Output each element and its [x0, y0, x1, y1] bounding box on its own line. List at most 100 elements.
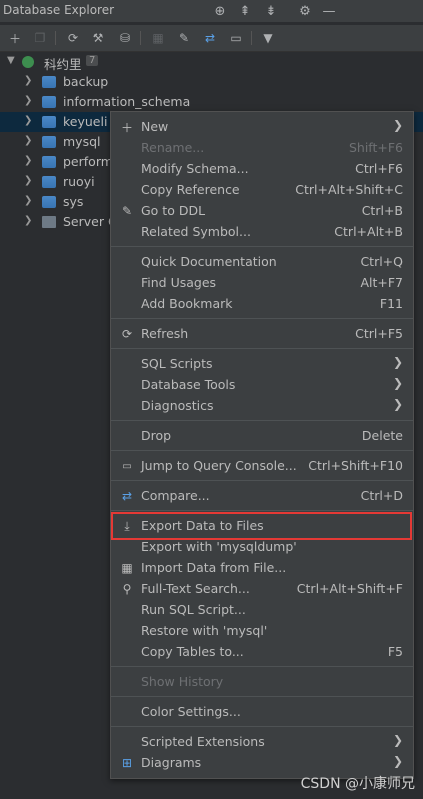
table-icon[interactable]: ▦	[149, 29, 167, 47]
menu-separator	[111, 246, 413, 247]
copy-icon[interactable]: ❐	[31, 29, 49, 47]
schema-count-badge: 7	[86, 55, 99, 66]
tree-item-label: backup	[63, 74, 109, 89]
tree-item-label: information_schema	[63, 94, 191, 109]
datasource-icon	[22, 56, 34, 68]
menu-item-diagrams[interactable]: ⊞ Diagrams ❯	[111, 752, 413, 773]
menu-separator	[111, 726, 413, 727]
title-bar: Database Explorer ⊕ ⇞ ⇟ ⚙ —	[0, 0, 423, 22]
table-icon: ▦	[121, 561, 133, 575]
chevron-right-icon[interactable]: ❯	[24, 195, 32, 206]
chevron-right-icon[interactable]: ❯	[24, 155, 32, 166]
collapse-all-icon[interactable]: ⇞	[236, 2, 254, 20]
tree-root-label: 科约里	[44, 57, 82, 72]
menu-separator	[111, 450, 413, 451]
menu-item-compare[interactable]: ⇄ Compare... Ctrl+D	[111, 485, 413, 506]
menu-item-copy-reference[interactable]: Copy Reference Ctrl+Alt+Shift+C	[111, 179, 413, 200]
chevron-right-icon[interactable]: ❯	[24, 175, 32, 186]
menu-item-add-bookmark[interactable]: Add Bookmark F11	[111, 293, 413, 314]
diagram-icon: ⊞	[121, 756, 133, 770]
menu-item-database-tools[interactable]: Database Tools ❯	[111, 374, 413, 395]
menu-item-run-sql-script[interactable]: Run SQL Script...	[111, 599, 413, 620]
pencil-icon: ✎	[121, 204, 133, 218]
toolbar: ＋ ❐ ⟳ ⚒ ⛁ ▦ ✎ ⇄ ▭ ▼	[0, 25, 423, 52]
tree-item-label: Server C	[63, 214, 117, 229]
properties-icon[interactable]: ⚒	[89, 29, 107, 47]
tree-item-label: ruoyi	[63, 174, 95, 189]
tree-item[interactable]: ❯ backup	[0, 72, 423, 92]
tree-item-label: sys	[63, 194, 84, 209]
chevron-right-icon: ❯	[392, 397, 403, 411]
schema-icon	[42, 156, 56, 168]
menu-item-quick-documentation[interactable]: Quick Documentation Ctrl+Q	[111, 251, 413, 272]
schema-icon	[42, 96, 56, 108]
menu-item-drop[interactable]: Drop Delete	[111, 425, 413, 446]
tree-item[interactable]: ❯ information_schema	[0, 92, 423, 112]
menu-item-jump-to-query-console[interactable]: ▭ Jump to Query Console... Ctrl+Shift+F1…	[111, 455, 413, 476]
refresh-icon[interactable]: ⟳	[64, 29, 82, 47]
schema-icon	[42, 176, 56, 188]
menu-item-scripted-extensions[interactable]: Scripted Extensions ❯	[111, 731, 413, 752]
menu-item-go-to-ddl[interactable]: ✎ Go to DDL Ctrl+B	[111, 200, 413, 221]
menu-separator	[111, 318, 413, 319]
menu-item-sql-scripts[interactable]: SQL Scripts ❯	[111, 353, 413, 374]
chevron-right-icon: ❯	[392, 376, 403, 390]
menu-item-new[interactable]: ＋ New ❯	[111, 116, 413, 137]
chevron-right-icon: ❯	[392, 355, 403, 369]
schema-icon	[42, 76, 56, 88]
expand-all-icon[interactable]: ⇟	[262, 2, 280, 20]
tree-root[interactable]: ▼ 科约里 7	[0, 52, 423, 72]
plus-icon: ＋	[120, 120, 133, 135]
menu-item-modify-schema[interactable]: Modify Schema... Ctrl+F6	[111, 158, 413, 179]
schema-icon	[42, 116, 56, 128]
toolbar-divider	[140, 31, 141, 45]
compare-icon[interactable]: ⇄	[201, 29, 219, 47]
filter-icon[interactable]: ▼	[259, 29, 277, 47]
menu-separator	[111, 696, 413, 697]
chevron-down-icon[interactable]: ▼	[7, 55, 15, 66]
toolbar-divider	[55, 31, 56, 45]
minimize-icon[interactable]: —	[320, 2, 338, 20]
add-icon[interactable]: ＋	[6, 29, 24, 47]
chevron-right-icon[interactable]: ❯	[24, 135, 32, 146]
menu-separator	[111, 666, 413, 667]
menu-item-import-data[interactable]: ▦ Import Data from File...	[111, 557, 413, 578]
watermark: CSDN @小康师兄	[300, 776, 415, 792]
menu-item-refresh[interactable]: ⟳ Refresh Ctrl+F5	[111, 323, 413, 344]
menu-separator	[111, 510, 413, 511]
toolbar-divider	[251, 31, 252, 45]
menu-item-copy-tables[interactable]: Copy Tables to... F5	[111, 641, 413, 662]
menu-separator	[111, 480, 413, 481]
schema-icon	[42, 136, 56, 148]
console-icon[interactable]: ▭	[227, 29, 245, 47]
tree-item-label: perform	[63, 154, 113, 169]
menu-item-show-history: Show History	[141, 674, 224, 689]
chevron-right-icon[interactable]: ❯	[24, 115, 32, 126]
tree-item-label: mysql	[63, 134, 101, 149]
chevron-right-icon: ❯	[392, 118, 403, 132]
server-objects-icon	[42, 216, 56, 228]
chevron-right-icon[interactable]: ❯	[24, 95, 32, 106]
tree-item-label: keyueli	[63, 114, 108, 129]
menu-item-restore-mysql[interactable]: Restore with 'mysql'	[111, 620, 413, 641]
chevron-right-icon[interactable]: ❯	[24, 215, 32, 226]
chevron-right-icon: ❯	[392, 754, 403, 768]
db-disconnect-icon[interactable]: ⛁	[116, 29, 134, 47]
menu-item-full-text-search[interactable]: ⚲ Full-Text Search... Ctrl+Alt+Shift+F	[111, 578, 413, 599]
refresh-icon: ⟳	[121, 327, 133, 341]
menu-item-related-symbol[interactable]: Related Symbol... Ctrl+Alt+B	[111, 221, 413, 242]
chevron-right-icon[interactable]: ❯	[24, 75, 32, 86]
search-icon: ⚲	[122, 582, 132, 596]
menu-item-color-settings[interactable]: Color Settings...	[111, 701, 413, 722]
gear-icon[interactable]: ⚙	[296, 2, 314, 20]
menu-item-rename: Rename... Shift+F6	[141, 140, 403, 155]
edit-icon[interactable]: ✎	[175, 29, 193, 47]
menu-item-export-mysqldump[interactable]: Export with 'mysqldump'	[111, 536, 413, 557]
compare-icon: ⇄	[121, 489, 133, 503]
menu-separator	[111, 420, 413, 421]
menu-item-diagnostics[interactable]: Diagnostics ❯	[111, 395, 413, 416]
menu-separator	[111, 348, 413, 349]
context-menu: ＋ New ❯ Rename... Shift+F6 Modify Schema…	[110, 111, 414, 779]
menu-item-find-usages[interactable]: Find Usages Alt+F7	[111, 272, 413, 293]
crosshair-icon[interactable]: ⊕	[211, 2, 229, 20]
